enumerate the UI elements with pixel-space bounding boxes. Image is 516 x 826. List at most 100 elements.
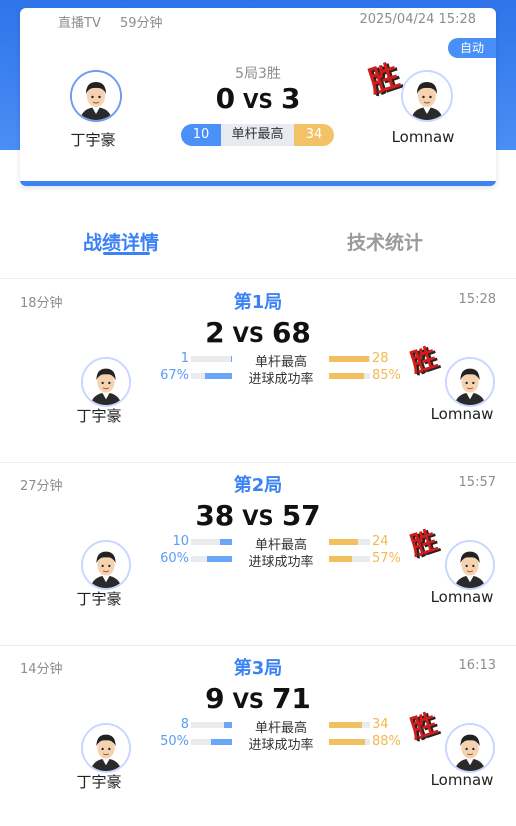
player-right-avatar[interactable]	[445, 357, 495, 407]
stat-left-fill	[207, 556, 232, 562]
game-card[interactable]: 27分钟 第2局 15:57 38 VS 57 10 单杆最高 24 60% 进球成功率 57% 丁宇豪…	[0, 463, 516, 643]
stat-left-value: 10	[172, 534, 189, 549]
vs-label: VS	[232, 323, 264, 347]
stat-left-fill	[224, 722, 232, 728]
stat-right-fill	[329, 539, 358, 545]
player-right-name: Lomnaw	[391, 128, 455, 146]
tab-technical-stats[interactable]: 技术统计	[347, 228, 423, 255]
stat-left-fill	[231, 356, 232, 362]
stat-right-value: 24	[372, 534, 389, 549]
game-score-left: 2	[205, 316, 225, 349]
stat-right-fill	[329, 356, 369, 362]
game-score: 38 VS 57	[0, 499, 516, 532]
player-right-avatar[interactable]	[445, 723, 495, 773]
stat-left-fill	[211, 739, 232, 745]
best-break-left: 10	[181, 124, 221, 146]
divider	[0, 278, 516, 279]
player-avatar-icon	[447, 359, 493, 405]
stat-right-bar	[329, 722, 370, 728]
auto-badge[interactable]: 自动	[448, 38, 496, 58]
player-right-name: Lomnaw	[430, 405, 494, 423]
match-datetime: 2025/04/24 15:28	[359, 12, 476, 27]
game-score: 2 VS 68	[0, 316, 516, 349]
player-left-name: 丁宇豪	[76, 590, 122, 608]
stat-left-bar	[191, 539, 232, 545]
player-avatar-icon	[83, 542, 129, 588]
stat-right-fill	[329, 739, 365, 745]
player-left-name: 丁宇豪	[76, 407, 122, 425]
stat-left-value: 1	[180, 351, 189, 366]
game-score: 9 VS 71	[0, 682, 516, 715]
game-title: 第2局	[233, 475, 283, 496]
player-avatar-icon	[447, 542, 493, 588]
game-score-left: 9	[205, 682, 225, 715]
player-avatar-icon	[83, 725, 129, 771]
stat-left-value: 50%	[160, 734, 189, 749]
stat-right-bar	[329, 356, 370, 362]
active-tab-indicator	[103, 252, 150, 255]
stat-left-bar	[191, 373, 232, 379]
match-summary-card: 直播TV 59分钟 2025/04/24 15:28 自动 丁宇豪 5局3胜 0…	[20, 8, 496, 186]
stat-label: 进球成功率	[248, 372, 314, 387]
game-title: 第1局	[233, 292, 283, 313]
stat-right-bar	[329, 539, 370, 545]
best-break-comparison: 10 单杆最高 34	[181, 124, 334, 146]
vs-label: VS	[232, 689, 264, 713]
stat-left-fill	[220, 539, 232, 545]
card-accent-bar	[20, 181, 496, 186]
player-left-avatar[interactable]	[81, 723, 131, 773]
game-card[interactable]: 14分钟 第3局 16:13 9 VS 71 8 单杆最高 34 50% 进球成功率 88% 丁宇豪胜 L…	[0, 646, 516, 826]
stat-right-value: 57%	[372, 551, 401, 566]
stat-label: 进球成功率	[248, 738, 314, 753]
match-duration: 59分钟	[120, 16, 163, 31]
stat-right-fill	[329, 373, 364, 379]
stat-left-fill	[205, 373, 232, 379]
game-time: 15:28	[458, 292, 496, 307]
stat-left-bar	[191, 356, 232, 362]
game-time: 16:13	[458, 658, 496, 673]
game-score-left: 38	[195, 499, 235, 532]
player-right-avatar[interactable]	[401, 70, 453, 122]
tab-bar: 战绩详情 技术统计	[0, 220, 516, 270]
player-avatar-icon	[403, 72, 451, 120]
stat-left-bar	[191, 739, 232, 745]
match-score-left: 0	[215, 82, 236, 115]
stat-left-value: 8	[180, 717, 189, 732]
vs-label: VS	[243, 89, 273, 113]
stat-right-value: 88%	[372, 734, 401, 749]
stat-right-bar	[329, 556, 370, 562]
player-right-name: Lomnaw	[430, 771, 494, 789]
vs-label: VS	[242, 506, 274, 530]
player-left-name: 丁宇豪	[76, 773, 122, 791]
stat-right-bar	[329, 373, 370, 379]
stat-left-bar	[191, 722, 232, 728]
stat-left-bar	[191, 556, 232, 562]
stat-right-value: 28	[372, 351, 389, 366]
player-left-avatar[interactable]	[81, 357, 131, 407]
stat-right-fill	[329, 556, 352, 562]
player-avatar-icon	[447, 725, 493, 771]
game-time: 15:57	[458, 475, 496, 490]
stat-right-value: 85%	[372, 368, 401, 383]
channel-label: 直播TV	[58, 16, 101, 31]
player-right-avatar[interactable]	[445, 540, 495, 590]
tab-match-details[interactable]: 战绩详情	[83, 228, 159, 255]
player-avatar-icon	[83, 359, 129, 405]
player-right-name: Lomnaw	[430, 588, 494, 606]
game-card[interactable]: 18分钟 第1局 15:28 2 VS 68 1 单杆最高 28 67% 进球成功率 85% 丁宇豪胜 L…	[0, 280, 516, 460]
game-score-right: 57	[281, 499, 321, 532]
stat-right-fill	[329, 722, 362, 728]
game-score-right: 68	[271, 316, 311, 349]
game-title: 第3局	[233, 658, 283, 679]
best-break-right: 34	[294, 124, 334, 146]
player-left-avatar[interactable]	[81, 540, 131, 590]
stat-right-bar	[329, 739, 370, 745]
stat-right-value: 34	[372, 717, 389, 732]
game-score-right: 71	[271, 682, 311, 715]
match-score-right: 3	[280, 82, 301, 115]
player-left-name: 丁宇豪	[70, 131, 116, 149]
best-break-label: 单杆最高	[221, 124, 294, 146]
stat-left-value: 67%	[160, 368, 189, 383]
stat-left-value: 60%	[160, 551, 189, 566]
stat-label: 进球成功率	[248, 555, 314, 570]
